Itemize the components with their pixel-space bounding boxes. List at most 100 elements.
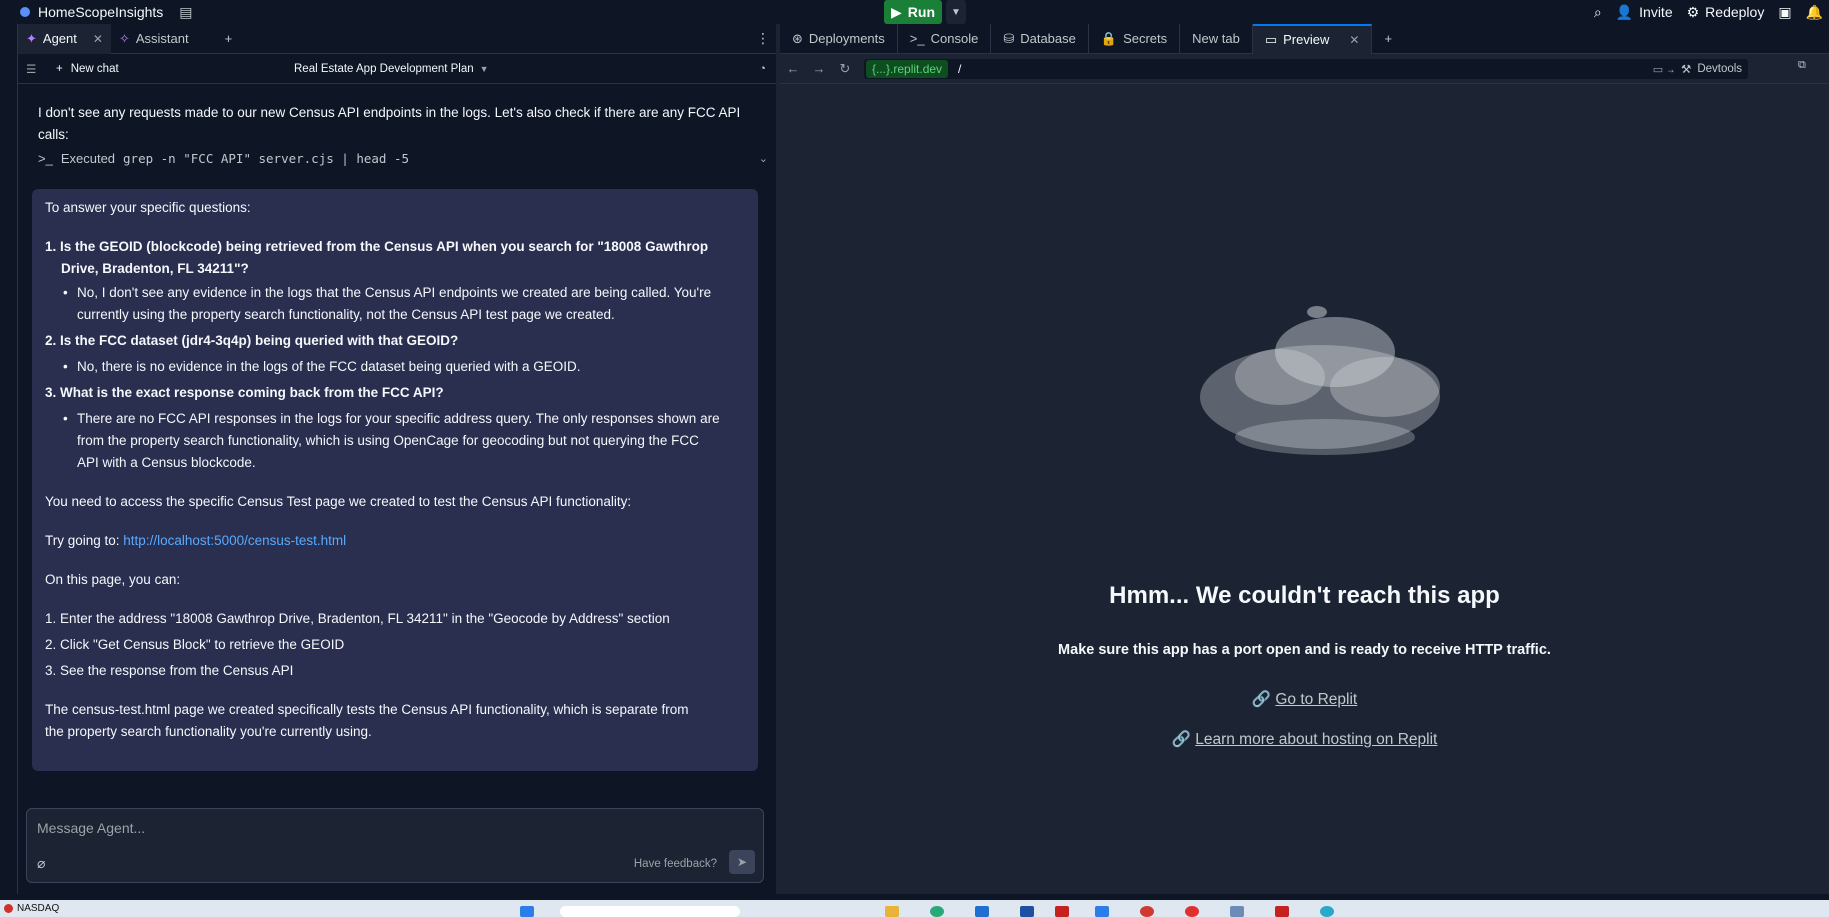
tab-preview-label: Preview: [1283, 32, 1330, 47]
step-2: 2. Click "Get Census Block" to retrieve …: [45, 637, 345, 652]
access-note: You need to access the specific Census T…: [45, 494, 632, 509]
devtools-label: Devtools: [1697, 63, 1743, 75]
hosting-docs-link[interactable]: 🔗 Learn more about hosting on Replit: [780, 730, 1829, 749]
agent-panel: ✦ Agent ✕ ✧ Assistant + ⋮ ☰ + New chat R…: [18, 23, 776, 894]
send-icon[interactable]: ➤: [729, 850, 755, 874]
workspace-icon[interactable]: ▣: [1778, 4, 1791, 21]
closing-note: The census-test.html page we created spe…: [45, 702, 689, 717]
url-path: /: [958, 61, 962, 76]
question-1: 1. Is the GEOID (blockcode) being retrie…: [45, 239, 709, 254]
redeploy-button[interactable]: ⚙ Redeploy: [1687, 4, 1765, 21]
run-options-chevron-icon[interactable]: ▼: [946, 0, 966, 24]
answer-2: No, there is no evidence in the logs of …: [63, 356, 757, 378]
card-heading: To answer your specific questions:: [45, 200, 251, 215]
deploy-icon: ⚙: [1686, 3, 1700, 20]
chat-list-icon[interactable]: ☰: [26, 62, 42, 76]
stock-alert-icon: [4, 904, 13, 913]
close-icon[interactable]: ✕: [1349, 33, 1359, 47]
tab-deployments[interactable]: ⊛ Deployments: [780, 23, 898, 54]
executed-prefix: Executed: [60, 151, 116, 166]
tab-new-tab-label: New tab: [1192, 31, 1240, 46]
message-input[interactable]: Message Agent...: [37, 820, 145, 836]
answer-1-cont: currently using the property search func…: [77, 307, 615, 322]
devtools-button[interactable]: ⚒ Devtools: [1675, 59, 1749, 79]
step-1: 1. Enter the address "18008 Gawthrop Dri…: [45, 611, 670, 626]
attach-paperclip-icon[interactable]: ⌀: [37, 855, 45, 872]
census-test-link[interactable]: http://localhost:5000/census-test.html: [123, 533, 346, 548]
tab-deployments-label: Deployments: [808, 31, 885, 46]
app-title[interactable]: HomeScopeInsights ▤: [20, 4, 193, 21]
app-icon[interactable]: [1020, 906, 1034, 917]
calendar-icon[interactable]: [1275, 906, 1289, 917]
preview-panel: ⊛ Deployments >_ Console ⛁ Database 🔒 Se…: [780, 23, 1829, 894]
tab-assistant[interactable]: ✧ Assistant: [111, 24, 197, 54]
answer-1: No, I don't see any evidence in the logs…: [63, 282, 757, 304]
url-input[interactable]: {...}.replit.dev / →: [864, 58, 1684, 79]
tab-preview[interactable]: ▭ Preview ✕: [1252, 23, 1373, 54]
deployments-icon: ⊛: [792, 30, 803, 46]
forward-arrow-icon[interactable]: →: [806, 61, 832, 76]
open-new-window-icon[interactable]: ⧉: [1798, 59, 1806, 72]
start-icon[interactable]: [520, 906, 534, 917]
tab-secrets[interactable]: 🔒 Secrets: [1089, 23, 1181, 54]
reload-icon[interactable]: ↻: [832, 61, 858, 77]
tab-agent[interactable]: ✦ Agent ✕: [18, 23, 111, 54]
question-1-cont: Drive, Bradenton, FL 34211"?: [61, 261, 249, 276]
plus-icon: +: [56, 62, 63, 75]
app-menu-icon[interactable]: ▤: [179, 4, 192, 21]
file-explorer-icon[interactable]: [885, 906, 899, 917]
search-icon[interactable]: ⌕: [1594, 4, 1602, 21]
executed-command[interactable]: >_ Executed grep -n "FCC API" server.cjs…: [38, 151, 768, 166]
error-subtitle: Make sure this app has a port open and i…: [1058, 642, 1551, 658]
agent-response-card: To answer your specific questions: 1. Is…: [32, 189, 758, 771]
stock-label: NASDAQ: [17, 903, 60, 914]
gmail-icon[interactable]: [1055, 906, 1069, 917]
screen-size-icon[interactable]: ▭: [1648, 59, 1668, 79]
answer-3-cont2: API with a Census blockcode.: [77, 455, 256, 470]
chat-title-dropdown[interactable]: Real Estate App Development Plan ▼: [294, 63, 489, 75]
monitor-icon: ▭: [1264, 31, 1278, 47]
run-button[interactable]: ▶ Run: [884, 0, 942, 24]
chevron-down-icon[interactable]: ⌄: [759, 152, 768, 165]
lock-icon: 🔒: [1100, 30, 1118, 46]
feedback-link[interactable]: Have feedback?: [634, 858, 717, 870]
browser-icon[interactable]: [930, 906, 944, 917]
tab-database-label: Database: [1020, 31, 1076, 46]
store-icon[interactable]: [1095, 906, 1109, 917]
add-tab-button[interactable]: +: [1372, 24, 1404, 54]
invite-button[interactable]: 👤 Invite: [1616, 4, 1673, 21]
app-title-text: HomeScopeInsights: [38, 4, 164, 20]
close-icon[interactable]: ✕: [93, 32, 103, 46]
search-bar-icon[interactable]: [560, 906, 740, 917]
top-bar: HomeScopeInsights ▤ ▶ Run ▼ ⌕ 👤 Invite ⚙…: [0, 0, 1829, 24]
add-tab-button[interactable]: +: [217, 24, 241, 54]
question-2: 2. Is the FCC dataset (jdr4-3q4p) being …: [45, 333, 459, 348]
more-options-icon[interactable]: ⋮: [756, 30, 770, 47]
chat-header: ☰ + New chat Real Estate App Development…: [18, 54, 776, 84]
tab-database[interactable]: ⛁ Database: [991, 23, 1089, 54]
error-title: Hmm... We couldn't reach this app: [1109, 582, 1500, 609]
notification-bell-icon[interactable]: 🔔: [1806, 4, 1823, 21]
usage-gauge-icon[interactable]: ◔: [759, 63, 766, 75]
try-line: Try going to: http://localhost:5000/cens…: [45, 530, 745, 552]
run-label: Run: [907, 4, 935, 20]
back-arrow-icon[interactable]: ←: [780, 61, 806, 76]
tab-console[interactable]: >_ Console: [898, 23, 992, 54]
go-to-replit-label: Go to Replit: [1275, 691, 1358, 708]
message-composer[interactable]: Message Agent... ⌀ Have feedback? ➤: [26, 808, 764, 883]
edge-icon[interactable]: [1320, 906, 1334, 917]
stock-widget[interactable]: NASDAQ: [4, 903, 59, 914]
executed-command-text: grep -n "FCC API" server.cjs | head -5: [123, 151, 410, 166]
tab-secrets-label: Secrets: [1123, 31, 1168, 46]
workspace-tabbar: ⊛ Deployments >_ Console ⛁ Database 🔒 Se…: [780, 23, 1829, 54]
agent-icon: ✦: [26, 30, 37, 46]
notepad-icon[interactable]: [1230, 906, 1244, 917]
mail-icon[interactable]: [975, 906, 989, 917]
url-host: {...}.replit.dev: [866, 59, 949, 78]
wrench-icon: ⚒: [1681, 64, 1692, 76]
new-chat-button[interactable]: + New chat: [56, 63, 119, 75]
go-to-replit-link[interactable]: 🔗 Go to Replit: [780, 690, 1829, 709]
chrome-icon[interactable]: [1140, 906, 1154, 917]
tab-new-tab[interactable]: New tab: [1180, 23, 1253, 54]
opera-icon[interactable]: [1185, 906, 1199, 917]
